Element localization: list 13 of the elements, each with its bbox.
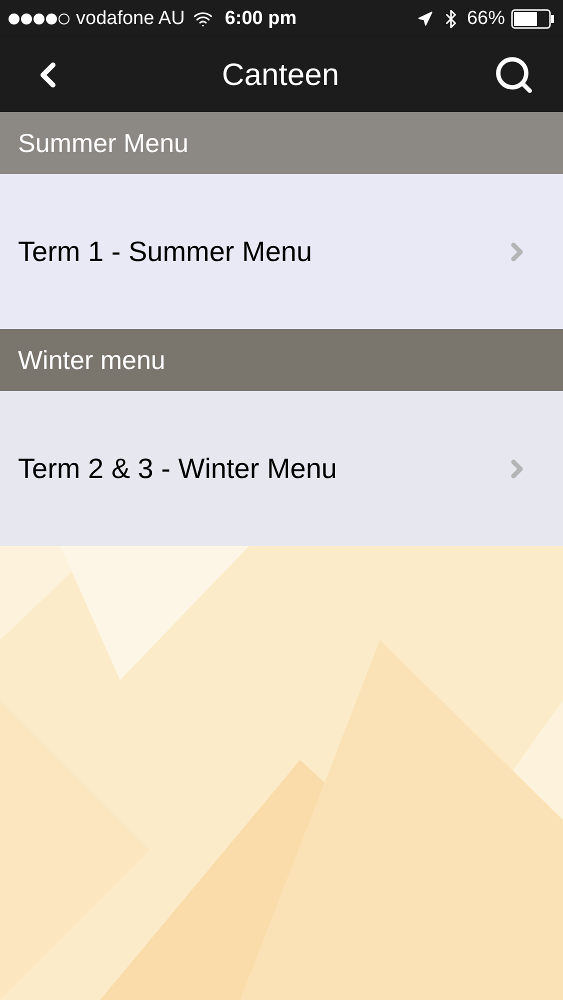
menu-row[interactable]: Term 2 & 3 - Winter Menu bbox=[0, 391, 563, 546]
battery-percent: 66% bbox=[466, 6, 505, 31]
search-button[interactable] bbox=[493, 54, 535, 96]
menu-row[interactable]: Term 1 - Summer Menu bbox=[0, 174, 563, 329]
search-icon bbox=[493, 54, 535, 96]
battery-icon bbox=[511, 9, 555, 29]
signal-icon bbox=[8, 13, 70, 25]
nav-title: Canteen bbox=[222, 56, 340, 94]
carrier-name: vodafone AU bbox=[76, 6, 185, 31]
section-header: Winter menu bbox=[0, 329, 563, 391]
clock-time: 6:00 pm bbox=[224, 6, 297, 31]
section-header: Summer Menu bbox=[0, 112, 563, 174]
location-icon bbox=[416, 11, 433, 27]
